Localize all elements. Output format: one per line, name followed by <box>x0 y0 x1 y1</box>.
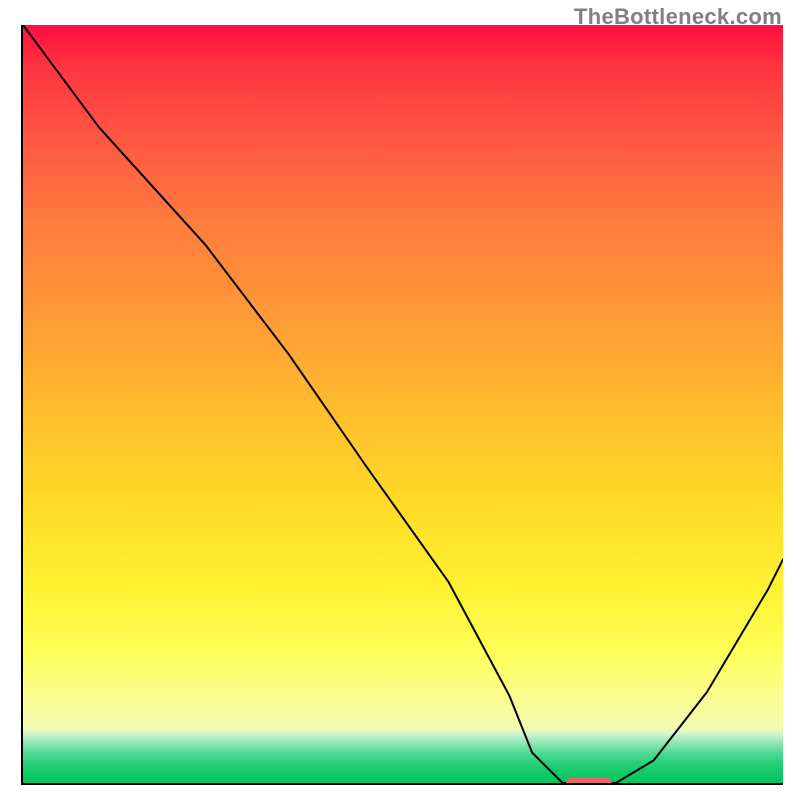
plot-area <box>21 25 783 785</box>
optimum-marker <box>566 778 612 785</box>
bottleneck-curve <box>23 25 783 783</box>
chart-container: TheBottleneck.com <box>0 0 800 800</box>
